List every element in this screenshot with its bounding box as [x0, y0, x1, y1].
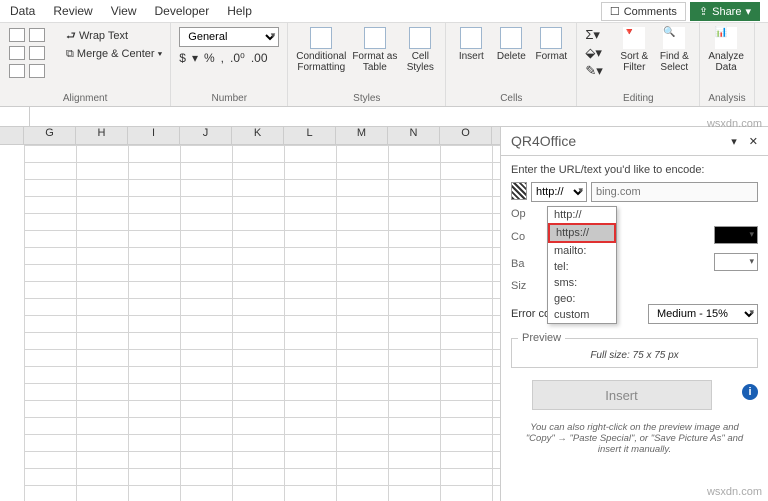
currency-button[interactable]: $: [179, 51, 186, 65]
group-label-cells: Cells: [454, 91, 568, 104]
qr-icon: [511, 182, 527, 200]
comma-button[interactable]: ,: [221, 51, 224, 65]
encode-prompt: Enter the URL/text you'd like to encode:: [511, 164, 758, 176]
spreadsheet-grid[interactable]: GHI JKL MNO: [0, 127, 500, 501]
preview-box: Preview Full size: 75 x 75 px: [511, 332, 758, 368]
formula-bar[interactable]: [0, 107, 768, 127]
editing-small-icons[interactable]: Σ▾⬙▾✎▾: [585, 27, 611, 79]
dd-mailto[interactable]: mailto:: [548, 243, 616, 259]
pane-close-icon[interactable]: ✕: [749, 136, 758, 148]
format-cells-button[interactable]: Format: [534, 27, 568, 62]
cell-styles-button[interactable]: Cell Styles: [403, 27, 437, 73]
sort-filter-button[interactable]: 🔻Sort & Filter: [617, 27, 651, 73]
pane-menu-icon[interactable]: ▾: [731, 136, 737, 148]
insert-button[interactable]: Insert: [532, 380, 712, 410]
menu-data[interactable]: Data: [10, 4, 35, 18]
foreground-color[interactable]: [714, 226, 758, 244]
background-color[interactable]: [714, 253, 758, 271]
fx-icon: [0, 107, 30, 126]
watermark: wsxdn.com: [707, 118, 762, 130]
decimal-dec-icon[interactable]: .00: [251, 51, 268, 65]
align-small-icons[interactable]: [8, 27, 60, 79]
comments-button[interactable]: ☐ Comments: [601, 2, 686, 21]
share-button[interactable]: ⇪ Share ▾: [690, 2, 760, 21]
group-editing: Σ▾⬙▾✎▾ 🔻Sort & Filter 🔍Find & Select Edi…: [577, 23, 700, 106]
dd-https[interactable]: https://: [548, 223, 616, 243]
analyze-data-button[interactable]: 📊Analyze Data: [708, 27, 744, 73]
group-styles: Conditional Formatting Format as Table C…: [288, 23, 446, 106]
menu-help[interactable]: Help: [227, 4, 252, 18]
preview-size-label: Full size: 75 x 75 px: [518, 350, 751, 361]
dd-tel[interactable]: tel:: [548, 259, 616, 275]
dd-sms[interactable]: sms:: [548, 275, 616, 291]
protocol-dropdown: http:// https:// mailto: tel: sms: geo: …: [547, 206, 617, 324]
group-label-styles: Styles: [296, 91, 437, 104]
group-label-alignment: Alignment: [8, 91, 162, 104]
group-label-editing: Editing: [585, 91, 691, 104]
footer-note: You can also right-click on the preview …: [511, 416, 758, 461]
wrap-text-button[interactable]: ⮐ Wrap Text: [66, 27, 162, 46]
error-correction-select[interactable]: Medium - 15%: [648, 304, 758, 324]
group-label-number: Number: [179, 91, 279, 104]
ribbon: ⮐ Wrap Text ⧉ Merge & Center ▾ Alignment…: [0, 23, 768, 107]
delete-cells-button[interactable]: Delete: [494, 27, 528, 62]
group-number: General $▾ % , .0⁰ .00 Number: [171, 23, 288, 106]
info-icon[interactable]: i: [742, 384, 758, 400]
dd-custom[interactable]: custom: [548, 307, 616, 323]
watermark: wsxdn.com: [707, 486, 762, 498]
conditional-formatting-button[interactable]: Conditional Formatting: [296, 27, 346, 73]
url-input[interactable]: [591, 182, 758, 202]
group-label-analysis: Analysis: [708, 91, 745, 104]
group-analysis: 📊Analyze Data Analysis: [700, 23, 754, 106]
format-table-button[interactable]: Format as Table: [352, 27, 397, 73]
dd-http[interactable]: http://: [548, 207, 616, 223]
insert-cells-button[interactable]: Insert: [454, 27, 488, 62]
menu-developer[interactable]: Developer: [155, 4, 210, 18]
column-headers: GHI JKL MNO: [0, 127, 500, 145]
merge-center-button[interactable]: ⧉ Merge & Center ▾: [66, 48, 162, 61]
group-cells: Insert Delete Format Cells: [446, 23, 577, 106]
decimal-inc-icon[interactable]: .0⁰: [230, 51, 245, 65]
task-pane: QR4Office ▾ ✕ Enter the URL/text you'd li…: [500, 127, 768, 501]
pane-title: QR4Office: [511, 133, 576, 149]
menu-review[interactable]: Review: [53, 4, 92, 18]
find-select-button[interactable]: 🔍Find & Select: [657, 27, 691, 73]
dd-geo[interactable]: geo:: [548, 291, 616, 307]
protocol-select[interactable]: http://: [531, 182, 587, 202]
group-alignment: ⮐ Wrap Text ⧉ Merge & Center ▾ Alignment: [0, 23, 171, 106]
menu-view[interactable]: View: [111, 4, 137, 18]
number-format-select[interactable]: General: [179, 27, 279, 47]
percent-button[interactable]: %: [204, 51, 215, 65]
